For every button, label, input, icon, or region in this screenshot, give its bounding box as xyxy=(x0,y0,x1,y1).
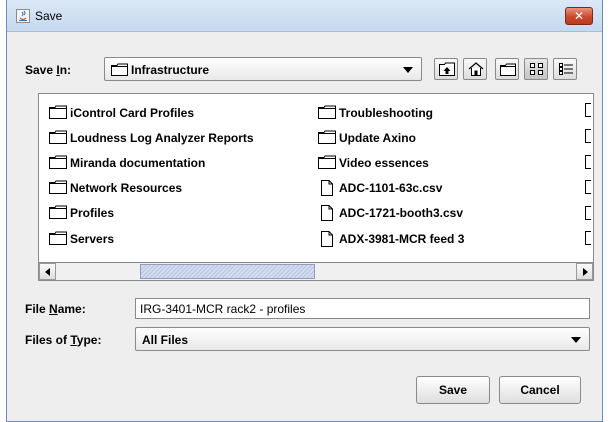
file-icon xyxy=(585,231,591,245)
scroll-right-button[interactable] xyxy=(576,263,593,280)
item-label: Miranda documentation xyxy=(70,156,206,170)
up-folder-icon xyxy=(439,62,455,76)
arrow-right-icon xyxy=(583,268,588,276)
item-label: Loudness Log Analyzer Reports xyxy=(70,131,254,145)
java-app-icon xyxy=(16,9,30,23)
arrow-left-icon xyxy=(45,268,50,276)
file-type-label: Files of Type: xyxy=(25,333,101,347)
save-in-label-suffix: n: xyxy=(59,63,72,77)
file-list[interactable]: iControl Card Profiles Loudness Log Analy… xyxy=(38,93,594,281)
file-icon xyxy=(585,206,591,220)
file-name-label: File Name: xyxy=(25,302,86,316)
item-label: Servers xyxy=(70,232,115,246)
folder-icon xyxy=(49,105,67,119)
item-label: Video essences xyxy=(339,156,429,170)
cancel-button[interactable]: Cancel xyxy=(499,376,581,404)
save-in-label: Save In: xyxy=(25,63,71,77)
item-label: iControl Card Profiles xyxy=(70,106,195,120)
item-label: Profiles xyxy=(70,206,115,220)
close-button[interactable]: ✕ xyxy=(565,7,593,25)
up-one-level-button[interactable] xyxy=(434,58,458,80)
item-label: Update Axino xyxy=(339,131,416,145)
item-label: ADC-1101-63c.csv xyxy=(339,181,443,195)
file-name-label-prefix: File xyxy=(25,302,50,316)
close-icon: ✕ xyxy=(573,9,585,23)
file-type-combo[interactable]: All Files xyxy=(135,327,590,351)
folder-icon xyxy=(318,105,336,119)
item-label: Troubleshooting xyxy=(339,106,433,120)
scroll-left-button[interactable] xyxy=(39,263,56,280)
file-type-label-prefix: Files of xyxy=(25,333,71,347)
file-name-input[interactable] xyxy=(136,299,589,318)
folder-icon xyxy=(49,231,67,245)
folder-icon xyxy=(49,130,67,144)
title-bar[interactable]: Save ✕ xyxy=(7,0,602,32)
file-type-value: All Files xyxy=(142,333,189,347)
save-in-label-prefix: Save xyxy=(25,63,57,77)
folder-icon xyxy=(49,180,67,194)
details-view-button[interactable] xyxy=(553,58,577,80)
file-name-label-mnemonic: N xyxy=(49,302,58,316)
file-icon xyxy=(321,231,333,247)
item-label: Network Resources xyxy=(70,181,183,195)
folder-icon xyxy=(318,130,336,144)
folder-icon xyxy=(318,155,336,169)
folder-icon xyxy=(49,205,67,219)
horizontal-scrollbar[interactable] xyxy=(38,262,594,281)
file-icon xyxy=(321,180,333,196)
folder-icon xyxy=(49,155,67,169)
file-type-label-suffix: ype: xyxy=(76,333,102,347)
file-icon xyxy=(585,155,591,169)
home-icon xyxy=(468,62,484,76)
file-name-field[interactable] xyxy=(135,298,590,319)
chevron-down-icon xyxy=(571,337,581,343)
item-label: ADX-3981-MCR feed 3 xyxy=(339,232,465,246)
file-icon xyxy=(585,129,591,143)
file-icon xyxy=(585,103,591,117)
window-title: Save xyxy=(35,9,63,23)
file-name-label-suffix: ame: xyxy=(57,302,86,316)
item-label: ADC-1721-booth3.csv xyxy=(339,206,464,220)
save-in-combo[interactable]: Infrastructure xyxy=(104,57,422,81)
save-in-value: Infrastructure xyxy=(131,63,210,77)
list-view-button[interactable] xyxy=(524,58,548,80)
save-button[interactable]: Save xyxy=(416,376,490,404)
list-view-icon xyxy=(530,63,543,75)
file-icon xyxy=(321,205,333,221)
folder-icon xyxy=(111,63,128,76)
new-folder-icon xyxy=(500,63,516,76)
details-view-icon xyxy=(559,63,573,75)
save-dialog: Save ✕ Save In: Infrastructure iControl … xyxy=(6,0,603,422)
file-icon xyxy=(585,180,591,194)
scrollbar-thumb[interactable] xyxy=(140,264,315,279)
home-button[interactable] xyxy=(463,58,487,80)
new-folder-button[interactable] xyxy=(495,58,519,80)
chevron-down-icon xyxy=(403,67,413,73)
